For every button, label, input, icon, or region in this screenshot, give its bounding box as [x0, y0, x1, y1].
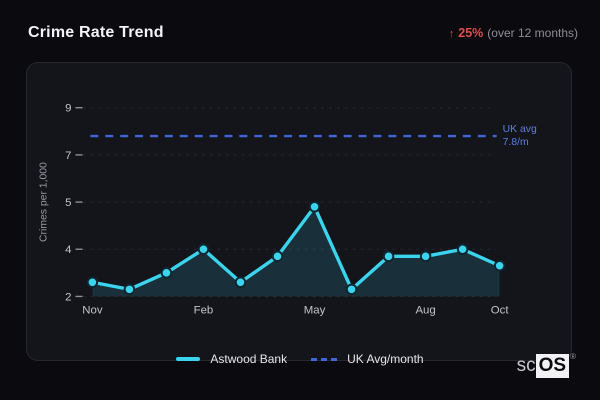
astwood-line-swatch-icon: [176, 357, 201, 361]
uk-avg-reference-group: UK avg 7.8/m: [90, 124, 537, 148]
x-tick-label: Feb: [194, 304, 214, 316]
x-tick-label: Nov: [82, 304, 103, 316]
y-tick-label: 7: [65, 150, 71, 162]
data-point-marker: [308, 201, 321, 213]
header: Crime Rate Trend ↑ 25% (over 12 months): [28, 22, 578, 44]
y-tick-label: 9: [65, 103, 71, 115]
data-point-marker: [382, 250, 395, 263]
y-tick-label: 5: [65, 197, 71, 209]
legend-label-astwood: Astwood Bank: [210, 352, 288, 366]
data-point-marker: [493, 259, 506, 272]
y-tick-label: 4: [65, 244, 72, 256]
legend-label-uk-avg: UK Avg/month: [347, 352, 424, 366]
data-point-marker: [456, 243, 469, 256]
logo-text-sc: sc: [516, 355, 536, 376]
y-axis-title: Crimes per 1,000: [39, 162, 50, 242]
chart-legend: Astwood Bank UK Avg/month: [0, 352, 600, 366]
x-tick-label: Oct: [491, 304, 510, 316]
trend-context: (over 12 months): [487, 26, 578, 40]
scos-logo: sc OS ®: [516, 352, 576, 378]
legend-item-uk-avg[interactable]: UK Avg/month: [311, 352, 424, 366]
x-tick-label: Aug: [415, 304, 435, 316]
x-tick-label: May: [304, 304, 326, 316]
chart-card: 9 7 5 4 2 Nov Feb May Aug Oct Crimes per 1,000 U…: [26, 62, 572, 361]
uk-avg-label: UK avg: [503, 124, 537, 135]
data-point-marker: [197, 243, 210, 256]
data-point-marker: [271, 250, 284, 263]
y-tick-label: 2: [65, 291, 71, 303]
trend-up-arrow-icon: ↑: [448, 28, 455, 40]
x-axis-tick-labels: Nov Feb May Aug Oct: [82, 304, 509, 316]
y-axis-tick-labels: 9 7 5 4 2: [65, 103, 72, 304]
data-point-marker: [160, 267, 173, 279]
data-point-marker: [123, 283, 136, 296]
data-point-marker: [234, 276, 247, 289]
data-point-marker: [345, 283, 358, 296]
legend-item-astwood-bank[interactable]: Astwood Bank: [176, 352, 287, 366]
crime-trend-chart: 9 7 5 4 2 Nov Feb May Aug Oct Crimes per 1,000 U…: [39, 103, 537, 317]
data-point-marker: [419, 250, 432, 263]
registered-trademark-icon: ®: [570, 352, 576, 361]
data-point-marker: [86, 276, 99, 289]
trend-percentage: 25%: [458, 26, 484, 40]
series-area-fill: [92, 206, 500, 297]
page-title: Crime Rate Trend: [28, 24, 164, 41]
logo-text-os: OS: [535, 354, 570, 378]
dashboard-page: Crime Rate Trend ↑ 25% (over 12 months) …: [0, 0, 600, 400]
uk-avg-dash-swatch-icon: [311, 357, 338, 361]
trend-badge: ↑ 25% (over 12 months): [449, 26, 578, 40]
uk-avg-label: 7.8/m: [503, 137, 529, 148]
